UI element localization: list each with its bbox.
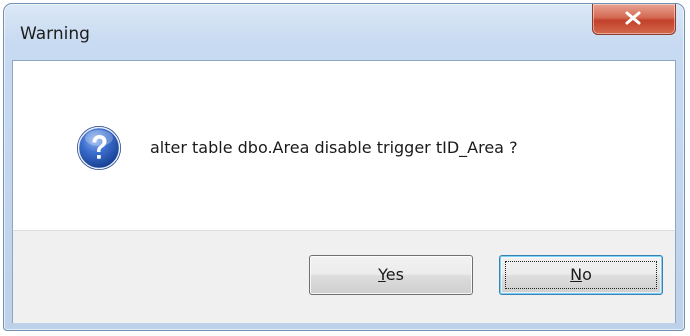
no-button[interactable]: No xyxy=(499,255,663,295)
message-area: alter table dbo.Area disable trigger tID… xyxy=(13,61,675,230)
close-icon xyxy=(625,11,641,25)
dialog-client-area: alter table dbo.Area disable trigger tID… xyxy=(12,60,676,323)
no-label-rest: o xyxy=(582,265,592,284)
no-mnemonic: N xyxy=(570,265,583,284)
dialog-title: Warning xyxy=(20,24,90,44)
title-bar[interactable]: Warning xyxy=(4,4,684,60)
yes-mnemonic: Y xyxy=(378,265,386,284)
button-bar: Yes No xyxy=(13,230,675,323)
yes-button[interactable]: Yes xyxy=(309,255,473,295)
close-button[interactable] xyxy=(592,4,676,35)
question-icon xyxy=(77,126,121,170)
yes-label-rest: es xyxy=(385,265,404,284)
warning-dialog: Warning alter table dbo.Area disable tri… xyxy=(3,3,685,331)
message-text: alter table dbo.Area disable trigger tID… xyxy=(150,138,518,157)
